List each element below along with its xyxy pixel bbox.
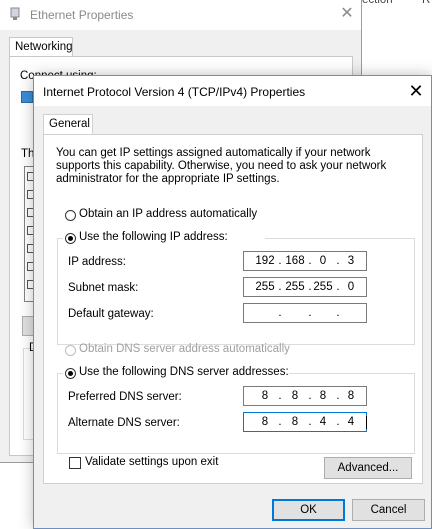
preferred-dns-input[interactable]: 8 . 8 . 8 . 8 — [243, 386, 367, 406]
ip-octet: 4 — [347, 416, 355, 428]
background-partial-column: ection — [362, 0, 393, 6]
preferred-dns-label: Preferred DNS server: — [68, 391, 182, 403]
use-following-dns-radio[interactable] — [65, 368, 76, 379]
tab-networking[interactable]: Networking — [9, 37, 73, 57]
ethernet-window-title: Ethernet Properties — [30, 8, 134, 22]
cancel-button[interactable]: Cancel — [352, 499, 425, 521]
ip-octet: 192 — [255, 255, 275, 267]
ip-octet: 8 — [261, 390, 269, 402]
ethernet-titlebar: Ethernet Properties ✕ — [0, 0, 361, 30]
ip-dot: . — [278, 307, 282, 319]
dialog-titlebar: Internet Protocol Version 4 (TCP/IPv4) P… — [34, 76, 431, 106]
ip-octet: 8 — [347, 390, 355, 402]
ip-octet: 8 — [291, 416, 299, 428]
dialog-title: Internet Protocol Version 4 (TCP/IPv4) P… — [43, 85, 306, 99]
validate-settings-checkbox[interactable] — [69, 457, 81, 469]
obtain-ip-auto-label[interactable]: Obtain an IP address automatically — [79, 208, 257, 220]
ip-octet: 255 — [285, 281, 305, 293]
ip-address-input[interactable]: 192 . 168 . 0 . 3 — [243, 251, 367, 271]
advanced-button[interactable]: Advanced... — [324, 457, 412, 479]
ip-dot: . — [336, 307, 340, 319]
validate-settings-label[interactable]: Validate settings upon exit — [85, 456, 218, 468]
ip-octet: 168 — [285, 255, 305, 267]
obtain-ip-auto-radio[interactable] — [65, 210, 76, 221]
alternate-dns-input[interactable]: 8 . 8 . 4 . 4 — [243, 412, 367, 432]
tab-general[interactable]: General — [43, 114, 93, 135]
subnet-mask-label: Subnet mask: — [68, 282, 139, 294]
intro-text: You can get IP settings assigned automat… — [56, 147, 387, 185]
adapter-icon — [21, 91, 33, 103]
ipv4-properties-dialog: Internet Protocol Version 4 (TCP/IPv4) P… — [33, 75, 432, 529]
obtain-dns-auto-label[interactable]: Obtain DNS server address automatically — [79, 343, 290, 355]
ok-button[interactable]: OK — [272, 499, 345, 521]
ethernet-close-icon[interactable]: ✕ — [338, 4, 356, 24]
ip-dot: . — [308, 307, 312, 319]
use-following-dns-label[interactable]: Use the following DNS server addresses: — [79, 366, 289, 378]
use-following-ip-radio[interactable] — [65, 233, 76, 244]
general-pane: You can get IP settings assigned automat… — [43, 134, 423, 484]
obtain-dns-auto-radio[interactable] — [65, 345, 76, 356]
alternate-dns-label: Alternate DNS server: — [68, 417, 180, 429]
ip-address-label: IP address: — [68, 256, 126, 268]
ip-octet: 255 — [255, 281, 275, 293]
ip-octet: 0 — [319, 255, 327, 267]
default-gateway-input[interactable]: . . . — [243, 303, 367, 323]
ip-octet: 8 — [291, 390, 299, 402]
default-gateway-label: Default gateway: — [68, 308, 154, 320]
ip-octet: 8 — [261, 416, 269, 428]
dialog-close-icon[interactable]: ✕ — [406, 80, 426, 102]
background-partial-column-2: R — [422, 0, 431, 6]
ip-octet: 255 — [313, 281, 333, 293]
tab-networking-label: Networking — [15, 41, 73, 53]
ip-octet: 4 — [319, 416, 327, 428]
subnet-mask-input[interactable]: 255 . 255 . 255 . 0 — [243, 277, 367, 297]
use-following-ip-label[interactable]: Use the following IP address: — [79, 231, 228, 243]
background-partial-text: ection R — [362, 0, 432, 8]
tab-general-label: General — [49, 118, 90, 130]
ip-octet: 0 — [347, 281, 355, 293]
text-caret — [366, 416, 367, 429]
ip-octet: 3 — [347, 255, 355, 267]
ip-octet: 8 — [319, 390, 327, 402]
network-adapter-icon — [10, 7, 20, 20]
